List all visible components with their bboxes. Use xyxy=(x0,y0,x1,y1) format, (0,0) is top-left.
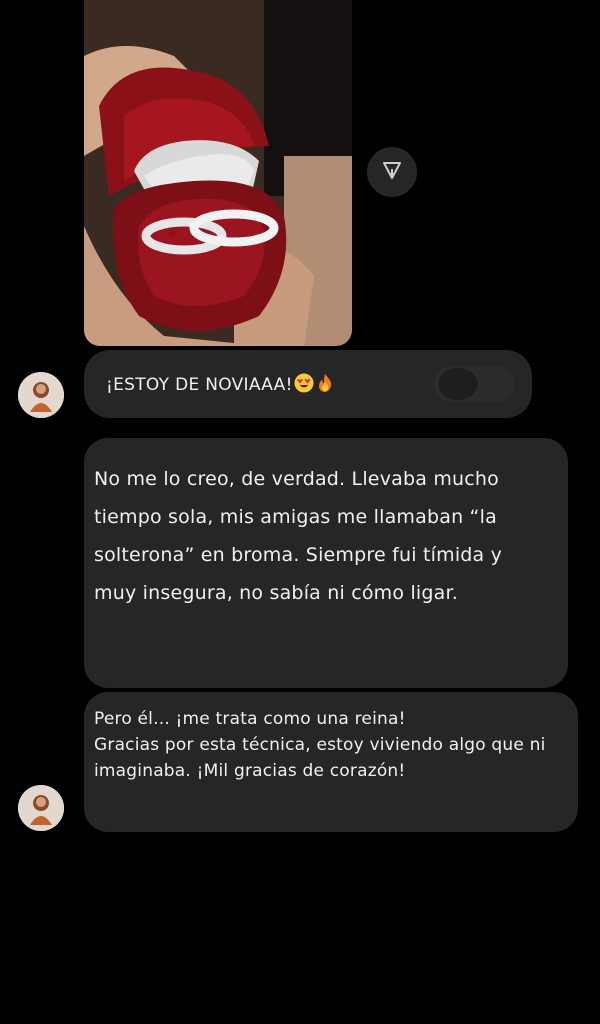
message-text: ¡ESTOY DE NOVIAAA! xyxy=(106,373,335,395)
message-bubble[interactable]: ¡ESTOY DE NOVIAAA! xyxy=(84,350,532,418)
fire-emoji xyxy=(318,374,331,392)
message-bubble[interactable]: Pero él... ¡me trata como una reina! Gra… xyxy=(84,692,578,832)
share-button[interactable] xyxy=(367,147,417,197)
avatar-image xyxy=(18,372,64,418)
ring-box-image xyxy=(84,0,352,346)
message-text: No me lo creo, de verdad. Llevaba mucho … xyxy=(94,468,503,604)
message-text: Pero él... ¡me trata como una reina! Gra… xyxy=(94,709,546,781)
message-bubble[interactable]: No me lo creo, de verdad. Llevaba mucho … xyxy=(84,438,568,688)
reaction-placeholder xyxy=(434,366,514,402)
avatar[interactable] xyxy=(18,372,64,418)
heart-eyes-emoji xyxy=(294,373,314,393)
ring-box-photo[interactable] xyxy=(84,0,352,346)
avatar-image xyxy=(18,785,64,831)
avatar[interactable] xyxy=(18,785,64,831)
share-arrow-icon xyxy=(381,159,403,185)
